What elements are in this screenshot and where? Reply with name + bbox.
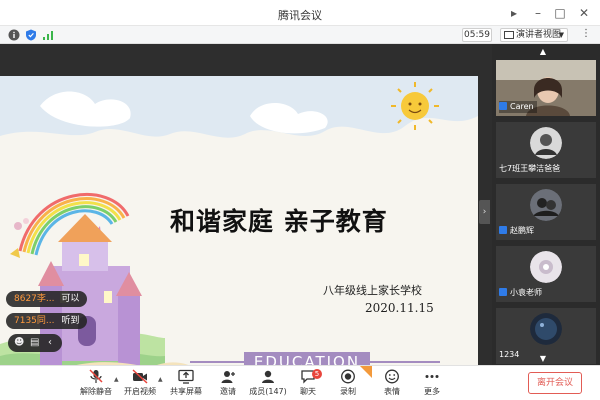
- members-label: 成员(147): [249, 387, 287, 396]
- participant-name: 七7班王攀洁爸爸: [499, 164, 561, 173]
- camera-off-icon: [132, 369, 148, 384]
- avatar: [530, 251, 562, 283]
- participant-tile[interactable]: Caren: [496, 60, 596, 116]
- pin-icon[interactable]: ▸: [504, 3, 524, 23]
- record-label: 录制: [340, 387, 356, 396]
- mic-icon: [499, 288, 507, 296]
- invite-icon: [221, 371, 235, 383]
- more-label: 更多: [424, 387, 440, 396]
- participant-tile[interactable]: 赵鹏辉: [496, 184, 596, 240]
- mic-icon: [499, 102, 507, 110]
- chat-unread-badge: 5: [312, 369, 322, 379]
- scroll-down-icon[interactable]: ▼: [536, 355, 550, 363]
- members-icon: [262, 370, 274, 383]
- participant-tile[interactable]: 小袁老师: [496, 246, 596, 302]
- unmute-button[interactable]: 解除静音: [74, 369, 118, 399]
- participant-label: 小袁老师: [499, 287, 545, 299]
- chat-controls: ☻ ▤ ‹: [8, 334, 62, 352]
- participant-name: 1234: [499, 350, 520, 359]
- participant-tile[interactable]: 七7班王攀洁爸爸: [496, 122, 596, 178]
- share-screen-button[interactable]: 共享屏幕: [164, 369, 208, 399]
- title-bar: 腾讯会议 ▸ – □ ✕: [0, 0, 600, 26]
- chat-text: 听到: [61, 316, 80, 326]
- avatar: [530, 127, 562, 159]
- slide-title: 和谐家庭 亲子教育: [170, 207, 388, 236]
- share-screen-icon: [178, 369, 194, 384]
- shield-icon[interactable]: [25, 29, 37, 41]
- maximize-icon[interactable]: □: [550, 3, 570, 23]
- participant-name: 小袁老师: [510, 288, 542, 297]
- participant-name: Caren: [510, 102, 534, 111]
- reactions-button[interactable]: 表情: [370, 369, 414, 399]
- meeting-timer: 05:59: [462, 28, 492, 42]
- collapse-sidebar-button[interactable]: ›: [479, 200, 490, 224]
- more-icon[interactable]: ⋮: [578, 28, 594, 42]
- mic-muted-icon: [89, 369, 103, 383]
- presentation-slide: 和谐家庭 亲子教育 八年级线上家长学校 2020.11.15 EDUCATION: [0, 76, 478, 388]
- participant-name: 赵鹏辉: [510, 226, 534, 235]
- slide-date: 2020.11.15: [365, 301, 434, 315]
- slide-subtitle: 八年级线上家长学校: [323, 284, 422, 297]
- chat-sender: 7135同...: [14, 316, 55, 326]
- shared-screen-area: 和谐家庭 亲子教育 八年级线上家长学校 2020.11.15 EDUCATION…: [0, 44, 492, 388]
- avatar: [530, 313, 562, 345]
- meeting-toolbar: 解除静音 ▲ 开启视频 ▲ 共享屏幕 邀请 成员(147) 5 聊天 录制 表情…: [0, 365, 600, 400]
- chat-label: 聊天: [300, 387, 316, 396]
- smiley-icon: [385, 369, 399, 384]
- start-video-label: 开启视频: [124, 387, 156, 396]
- chat-text: 可以: [61, 294, 80, 304]
- chevron-down-icon: ▼: [558, 31, 564, 39]
- participant-label: 1234: [499, 349, 522, 361]
- invite-label: 邀请: [220, 387, 236, 396]
- chat-button[interactable]: 5 聊天: [286, 369, 330, 399]
- members-button[interactable]: 成员(147): [246, 369, 290, 399]
- invite-button[interactable]: 邀请: [206, 369, 250, 399]
- avatar: [530, 189, 562, 221]
- participant-label: 七7班王攀洁爸爸: [499, 163, 563, 175]
- close-icon[interactable]: ✕: [574, 3, 594, 23]
- speaker-view-label: 演讲者视图: [516, 30, 562, 40]
- more-button[interactable]: 更多: [410, 369, 454, 399]
- meeting-info-bar: 05:59 演讲者视图 ▼ ⋮: [0, 26, 600, 44]
- chat-sender: 8627李...: [14, 294, 55, 304]
- chevron-up-icon[interactable]: ▲: [158, 376, 163, 383]
- reactions-label: 表情: [384, 387, 400, 396]
- chevron-left-icon[interactable]: ‹: [48, 334, 52, 352]
- scroll-up-icon[interactable]: ▲: [536, 48, 550, 56]
- grid-view-icon: [504, 31, 514, 39]
- chat-message: 7135同... 听到: [6, 313, 88, 329]
- start-video-button[interactable]: 开启视频: [118, 369, 162, 399]
- signal-icon[interactable]: [42, 29, 54, 41]
- emoji-icon[interactable]: ☻: [14, 334, 24, 352]
- speaker-view-button[interactable]: 演讲者视图 ▼: [500, 28, 568, 42]
- info-icon[interactable]: [8, 29, 20, 41]
- chat-message: 8627李... 可以: [6, 291, 88, 307]
- leave-meeting-button[interactable]: 离开会议: [528, 372, 582, 394]
- unmute-label: 解除静音: [80, 387, 112, 396]
- record-icon: [341, 369, 355, 384]
- chat-bubble-icon[interactable]: ▤: [30, 334, 39, 352]
- participant-label: 赵鹏辉: [499, 225, 537, 237]
- participant-label: Caren: [499, 101, 537, 113]
- mic-icon: [499, 226, 507, 234]
- minimize-icon[interactable]: –: [528, 3, 548, 23]
- share-screen-label: 共享屏幕: [170, 387, 202, 396]
- more-dots-icon: [425, 375, 439, 378]
